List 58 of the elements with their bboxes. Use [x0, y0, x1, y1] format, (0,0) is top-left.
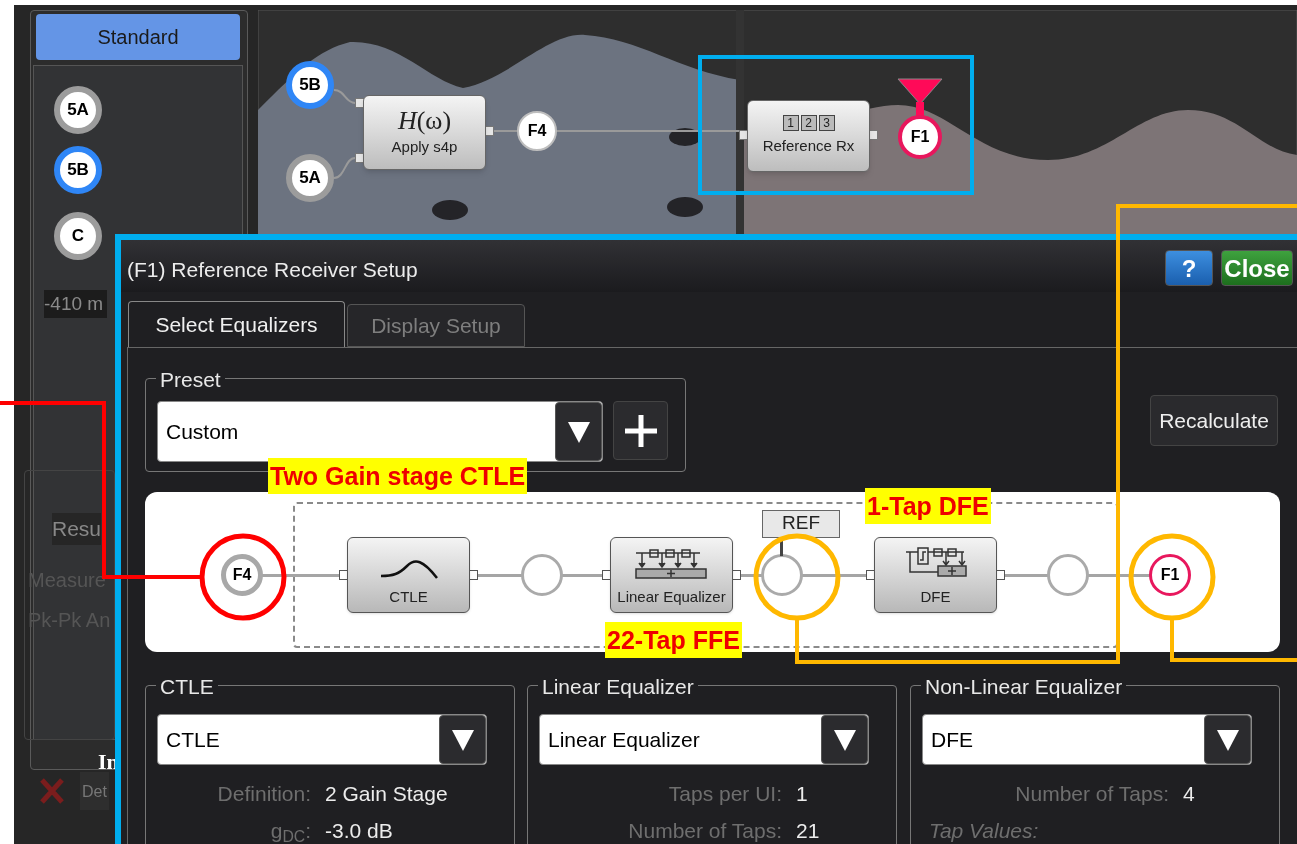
dropdown[interactable]: DFE: [922, 714, 1252, 765]
delete-icon[interactable]: [37, 776, 67, 806]
block-label: Apply s4p: [391, 137, 458, 158]
callout-label: Two Gain stage CTLE: [268, 458, 528, 494]
tap-box: 3: [818, 114, 835, 131]
equalizer-block[interactable]: CTLE: [347, 537, 470, 613]
plus-icon: [623, 413, 658, 448]
field-value: 21: [796, 818, 820, 844]
recalculate-button[interactable]: Recalculate: [1150, 395, 1278, 446]
dropdown[interactable]: Custom: [157, 401, 603, 462]
tap-filter-icon: [633, 547, 710, 582]
field-label: Tap Values:: [929, 818, 1039, 844]
dialog-title: (F1) Reference Receiver Setup: [127, 257, 418, 283]
function-block[interactable]: H(ω) Apply s4p: [363, 95, 486, 170]
dropdown[interactable]: CTLE: [157, 714, 487, 765]
results-tab[interactable]: Resu: [52, 513, 102, 545]
tab[interactable]: Select Equalizers: [128, 301, 345, 347]
block-label: DFE: [920, 586, 951, 607]
caret-icon: [832, 727, 857, 752]
junction-node[interactable]: [521, 554, 563, 596]
field-value: 2 Gain Stage: [325, 781, 448, 807]
tap-box: 2: [800, 114, 817, 131]
field-label: Number of Taps:: [627, 818, 782, 844]
tab[interactable]: Display Setup: [347, 304, 525, 347]
callout-label: 22-Tap FFE: [605, 622, 742, 658]
help-button[interactable]: ?: [1165, 250, 1213, 286]
add-button[interactable]: [613, 401, 668, 460]
formula-text: H(ω): [397, 106, 452, 137]
reference-tag: REF: [762, 510, 840, 538]
caret-icon: [1215, 727, 1240, 752]
field-label: Definition:: [216, 781, 311, 807]
junction-node[interactable]: [1047, 554, 1089, 596]
equalizer-block[interactable]: DFE: [874, 537, 997, 613]
field-value: 4: [1183, 781, 1195, 807]
tap-box: 1: [782, 114, 799, 131]
equalizer-block[interactable]: Linear Equalizer: [610, 537, 733, 613]
mode-button[interactable]: Standard: [36, 14, 240, 60]
field-value: 1: [796, 781, 808, 807]
function-block[interactable]: 1 2 3 Reference Rx: [747, 100, 870, 172]
close-button[interactable]: Close: [1221, 250, 1293, 286]
block-label: Reference Rx: [762, 135, 855, 156]
field-label: Taps per UI:: [667, 781, 782, 807]
function-node[interactable]: F4: [221, 554, 263, 596]
dropdown[interactable]: Linear Equalizer: [539, 714, 869, 765]
readout-text: -410 m: [44, 290, 108, 318]
field-label: g$_{DC}$:: [269, 818, 311, 844]
caret-icon: [450, 727, 475, 752]
field-value: -3.0 dB: [325, 818, 393, 844]
connector-line: [333, 89, 356, 104]
connector-line: [333, 157, 356, 179]
junction-node[interactable]: [761, 554, 803, 596]
block-label: CTLE: [389, 586, 428, 607]
field-label: Number of Taps:: [1014, 781, 1169, 807]
block-label: Linear Equalizer: [617, 586, 726, 607]
function-node[interactable]: F1: [1149, 554, 1191, 596]
callout-label: 1-Tap DFE: [865, 488, 991, 524]
caret-icon: [566, 419, 591, 444]
marker-icon: [897, 78, 943, 118]
